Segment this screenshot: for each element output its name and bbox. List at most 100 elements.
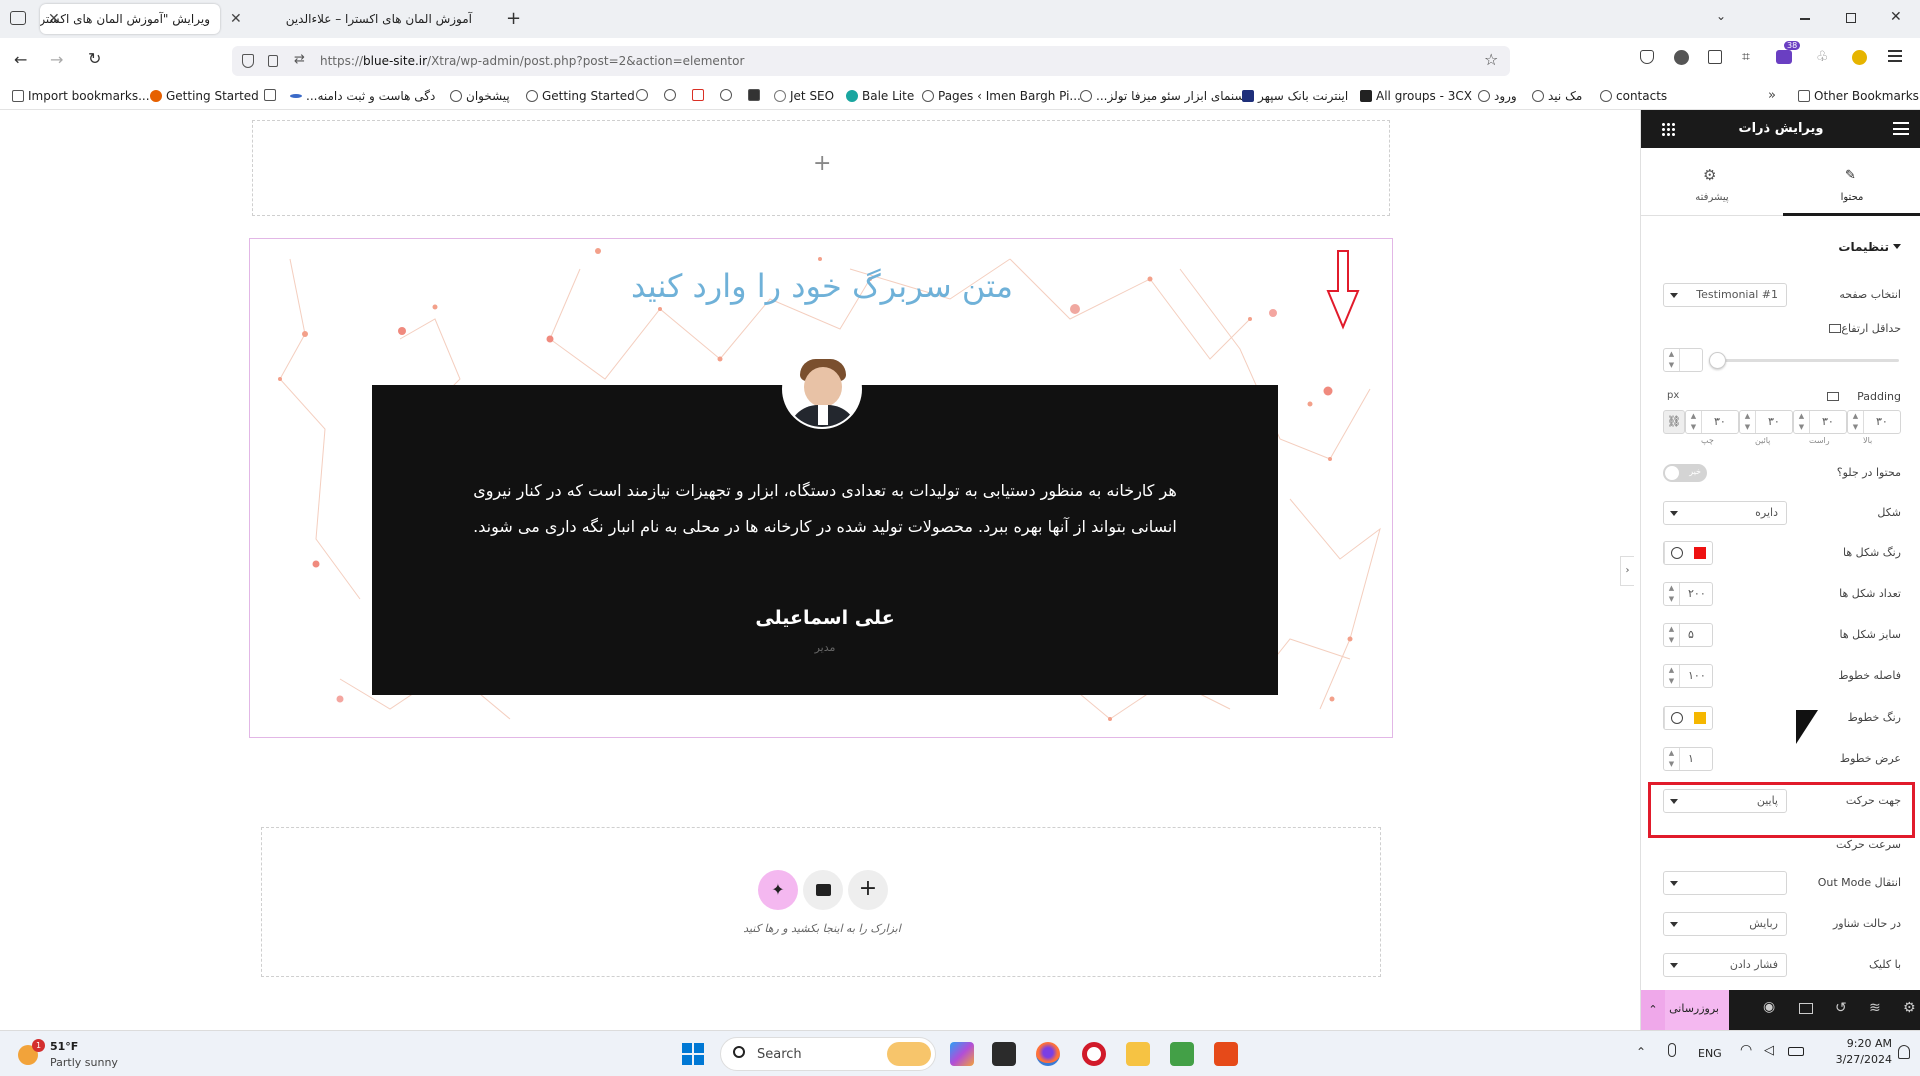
shield-icon[interactable] xyxy=(242,54,254,68)
copilot-icon[interactable] xyxy=(950,1042,974,1066)
particles-section[interactable]: متن سربرگ خود را وارد کنید هر کارخانه به… xyxy=(249,238,1393,738)
shape-select[interactable]: دایره xyxy=(1663,501,1787,525)
padding-top-input[interactable]: ▲ ▼ ۳۰ xyxy=(1847,410,1901,434)
wifi-icon[interactable]: ◠ xyxy=(1740,1042,1752,1058)
bookmark-item[interactable] xyxy=(720,89,732,101)
microphone-icon[interactable] xyxy=(1668,1043,1676,1057)
clock-time[interactable]: 9:20 AM xyxy=(1826,1037,1892,1050)
preview-icon[interactable]: ◉ xyxy=(1763,999,1775,1015)
bookmark-item[interactable]: All groups - 3CX xyxy=(1360,89,1472,103)
notifications-icon[interactable] xyxy=(1898,1045,1910,1059)
tab-list-icon[interactable] xyxy=(10,11,26,25)
minimize-icon[interactable] xyxy=(1800,18,1810,20)
camtasia-icon[interactable] xyxy=(1170,1042,1194,1066)
bookmark-item[interactable]: ...سنمای ابزار سئو میزفا تولز xyxy=(1080,89,1245,103)
extension-yellow-icon[interactable] xyxy=(1852,50,1867,65)
url-text[interactable]: https://blue-site.ir/Xtra/wp-admin/post.… xyxy=(320,54,744,68)
shape-size-input[interactable]: ▲ ▼ ۵ xyxy=(1663,623,1713,647)
star-icon[interactable]: ☆ xyxy=(1484,50,1498,69)
spinner[interactable]: ▲ ▼ xyxy=(1664,583,1680,605)
out-mode-select[interactable] xyxy=(1663,871,1787,895)
widgets-grid-icon[interactable] xyxy=(1661,122,1675,136)
history-icon[interactable]: ↺ xyxy=(1835,1000,1847,1016)
other-bookmarks[interactable]: Other Bookmarks xyxy=(1798,89,1919,103)
line-width-input[interactable]: ▲ ▼ ۱ xyxy=(1663,747,1713,771)
slider-handle[interactable] xyxy=(1709,352,1726,369)
padding-right-input[interactable]: ▲ ▼ ۳۰ xyxy=(1793,410,1847,434)
firefox-icon[interactable] xyxy=(1036,1042,1060,1066)
section-toggle[interactable]: تنظیمات xyxy=(1641,238,1920,262)
taskbar-search[interactable]: Search xyxy=(720,1037,936,1071)
bookmark-item[interactable] xyxy=(264,89,276,101)
bookmark-item[interactable] xyxy=(664,89,676,101)
url-bar[interactable]: ⇄ https://blue-site.ir/Xtra/wp-admin/pos… xyxy=(232,46,1510,76)
menu-icon[interactable] xyxy=(1888,50,1902,62)
account-icon[interactable] xyxy=(1674,50,1689,65)
bookmark-item[interactable]: اینترنت بانک سپهر xyxy=(1242,89,1348,103)
link-values-button[interactable]: ⛓ xyxy=(1663,410,1685,434)
volume-icon[interactable]: ◁ xyxy=(1764,1043,1774,1058)
shape-count-input[interactable]: ▲ ▼ ۲۰۰ xyxy=(1663,582,1713,606)
hover-mode-select[interactable]: ربایش xyxy=(1663,912,1787,936)
opera-icon[interactable] xyxy=(1082,1042,1106,1066)
bookmark-item[interactable]: Bale Lite xyxy=(846,89,914,103)
bookmark-item[interactable]: Pages ‹ Imen Bargh Pi... xyxy=(922,89,1081,103)
crop-icon[interactable]: ⌗ xyxy=(1742,49,1750,65)
empty-section[interactable]: + xyxy=(252,120,1390,216)
testimonial-name[interactable]: علی اسماعیلی xyxy=(372,607,1278,629)
drop-zone[interactable]: ✦ + ابزارک را به اینجا بکشید و رها کنید xyxy=(261,827,1381,977)
global-colors-button[interactable] xyxy=(1664,542,1688,564)
chevron-down-icon[interactable]: ⌄ xyxy=(1716,9,1726,23)
global-colors-button[interactable] xyxy=(1664,707,1688,729)
gamepad-icon[interactable]: ♧ xyxy=(1816,49,1829,65)
desktop-icon[interactable] xyxy=(1829,324,1841,333)
bookmark-item[interactable]: ورود xyxy=(1478,89,1517,103)
update-button[interactable]: بروزرسانی ⌃ xyxy=(1641,990,1729,1030)
spinner[interactable]: ▲ ▼ xyxy=(1664,665,1680,687)
spinner[interactable]: ▲ ▼ xyxy=(1848,411,1864,433)
bookmark-item[interactable]: مک نید xyxy=(1532,89,1582,103)
back-icon[interactable]: ← xyxy=(14,50,27,69)
task-view-icon[interactable] xyxy=(992,1042,1016,1066)
bookmark-item[interactable]: پیشخوان xyxy=(450,89,510,103)
click-mode-select[interactable]: فشار دادن xyxy=(1663,953,1787,977)
ai-button[interactable]: ✦ xyxy=(758,870,798,910)
bookmark-item[interactable]: ...دگی هاست و ثبت دامنه xyxy=(290,89,435,103)
pocket-icon[interactable] xyxy=(1640,50,1654,64)
padding-bottom-input[interactable]: ▲ ▼ ۳۰ xyxy=(1739,410,1793,434)
template-library-button[interactable] xyxy=(803,870,843,910)
toggle-switch[interactable]: خیر xyxy=(1663,464,1707,482)
spinner[interactable]: ▲ ▼ xyxy=(1740,411,1756,433)
tab-content[interactable]: ✎ محتوا xyxy=(1783,148,1920,216)
navigator-icon[interactable]: ≋ xyxy=(1869,1000,1881,1016)
bookmark-item[interactable]: Import bookmarks... xyxy=(12,89,150,103)
testimonial-card[interactable]: هر کارخانه به منظور دستیابی به تولیدات ب… xyxy=(372,385,1278,695)
chevron-up-icon[interactable]: ⌃ xyxy=(1636,1045,1646,1059)
extension-purple-icon[interactable] xyxy=(1776,50,1792,64)
padding-left-input[interactable]: ▲ ▼ ۳۰ xyxy=(1685,410,1739,434)
min-height-slider[interactable] xyxy=(1709,352,1899,369)
testimonial-role[interactable]: مدیر xyxy=(372,641,1278,654)
tab-editor[interactable]: ✕ ویرایش "آموزش المان های اکسترا - ع xyxy=(40,4,220,34)
more-bookmarks-icon[interactable]: » xyxy=(1768,88,1776,103)
add-section-button[interactable]: + xyxy=(848,870,888,910)
close-window-icon[interactable]: ✕ xyxy=(1890,9,1902,25)
permissions-icon[interactable]: ⇄ xyxy=(294,52,305,67)
bookmark-item[interactable] xyxy=(636,89,648,101)
line-distance-input[interactable]: ▲ ▼ ۱۰۰ xyxy=(1663,664,1713,688)
testimonial-text[interactable]: هر کارخانه به منظور دستیابی به تولیدات ب… xyxy=(458,473,1192,545)
extensions-icon[interactable] xyxy=(1708,50,1722,64)
panel-collapse-handle[interactable]: › xyxy=(1620,556,1634,586)
add-section-icon[interactable]: + xyxy=(813,151,831,176)
spinner[interactable]: ▲ ▼ xyxy=(1664,624,1680,646)
lock-icon[interactable] xyxy=(268,55,278,67)
color-swatch[interactable] xyxy=(1694,712,1707,724)
color-swatch[interactable] xyxy=(1694,547,1707,559)
settings-icon[interactable]: ⚙ xyxy=(1903,1000,1916,1016)
spinner[interactable]: ▲ ▼ xyxy=(1664,349,1680,371)
battery-icon[interactable] xyxy=(1788,1047,1804,1056)
unit-select[interactable]: px xyxy=(1667,390,1679,401)
bookmark-item[interactable] xyxy=(692,89,704,101)
spinner[interactable]: ▲ ▼ xyxy=(1664,748,1680,770)
spinner[interactable]: ▲ ▼ xyxy=(1686,411,1702,433)
